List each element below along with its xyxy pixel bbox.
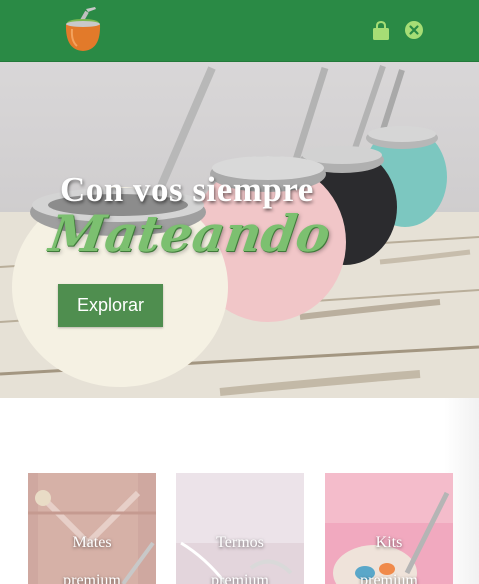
hero-banner: Con vos siempre Mateando Explorar	[0, 62, 479, 398]
category-card-termos[interactable]: Termos premium	[176, 473, 304, 584]
category-title-line1: Termos	[216, 534, 264, 551]
category-title-line1: Mates	[72, 534, 112, 551]
close-circle-icon[interactable]	[404, 20, 424, 40]
category-card-mates[interactable]: Mates premium	[28, 473, 156, 584]
category-title-line2: premium	[211, 572, 269, 584]
hero-script-title: Mateando	[45, 204, 334, 263]
category-title-line1: Kits	[375, 534, 403, 551]
category-title-line2: premium	[360, 572, 418, 584]
category-card-kits[interactable]: Kits premium	[325, 473, 453, 584]
category-title-line2: premium	[63, 572, 121, 584]
mate-gourd-logo-icon[interactable]	[62, 7, 104, 53]
top-nav-bar	[0, 0, 479, 62]
shopping-bag-icon[interactable]	[371, 21, 391, 41]
explore-button[interactable]: Explorar	[58, 284, 163, 327]
